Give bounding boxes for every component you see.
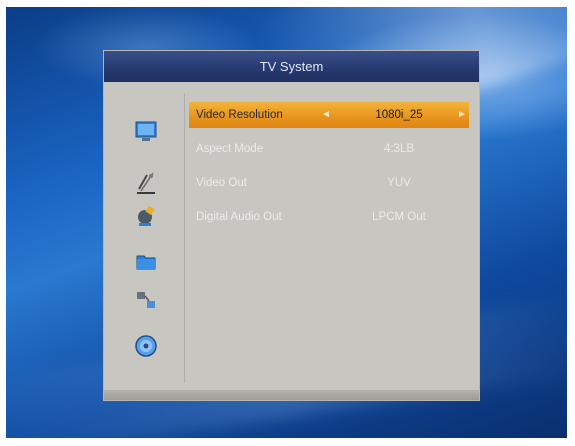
- setting-row-video-out[interactable]: Video Out YUV: [189, 170, 469, 196]
- setting-value: LPCM Out: [372, 211, 426, 223]
- network-icon[interactable]: [133, 287, 159, 313]
- folder-icon[interactable]: [133, 248, 159, 274]
- setting-label: Video Resolution: [196, 109, 283, 121]
- setting-value: 4:3LB: [383, 143, 415, 155]
- right-arrow-icon[interactable]: ►: [457, 102, 467, 128]
- setting-value: YUV: [387, 177, 411, 189]
- menu-icon-column: [104, 93, 185, 383]
- tv-screen: TV System Video Resolution ◄ 1080i_25 ► …: [6, 7, 567, 438]
- tools-icon[interactable]: [133, 203, 159, 229]
- menu-title: TV System: [104, 51, 479, 82]
- setting-value: 1080i_25: [375, 109, 423, 121]
- setting-label: Digital Audio Out: [196, 211, 282, 223]
- setting-row-aspect-mode[interactable]: Aspect Mode 4:3LB: [189, 136, 469, 162]
- setting-row-digital-audio-out[interactable]: Digital Audio Out LPCM Out: [189, 204, 469, 230]
- setting-row-video-resolution[interactable]: Video Resolution ◄ 1080i_25 ►: [189, 102, 469, 128]
- left-arrow-icon[interactable]: ◄: [321, 102, 331, 128]
- monitor-icon[interactable]: [133, 119, 159, 145]
- setting-label: Video Out: [196, 177, 247, 189]
- satellite-dish-icon[interactable]: [133, 169, 159, 195]
- setting-label: Aspect Mode: [196, 143, 264, 155]
- menu-bottom-bar: [104, 390, 479, 400]
- tv-system-menu-panel: TV System Video Resolution ◄ 1080i_25 ► …: [103, 50, 480, 401]
- disc-icon[interactable]: [133, 333, 159, 359]
- settings-list: Video Resolution ◄ 1080i_25 ► Aspect Mod…: [189, 102, 469, 238]
